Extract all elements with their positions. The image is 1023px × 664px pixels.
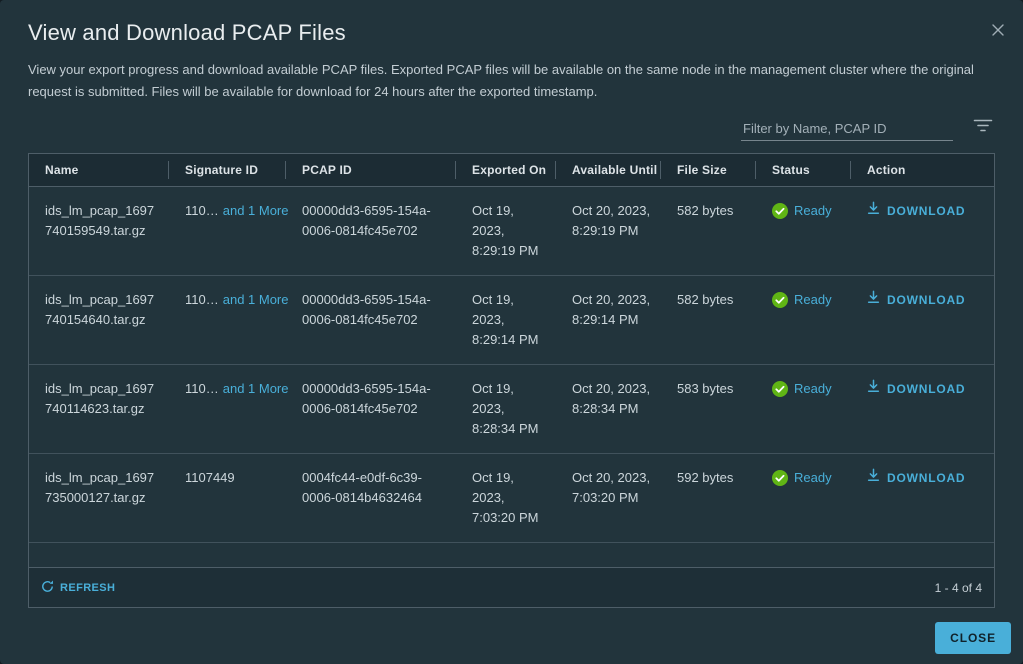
ready-status-icon xyxy=(772,469,788,486)
cell-action: DOWNLOAD xyxy=(851,364,994,454)
status-label: Ready xyxy=(794,469,832,485)
cell-signature-id: 1107449 xyxy=(169,453,286,543)
signature-id-value: 110… xyxy=(185,291,219,307)
table-body: ids_lm_pcap_1697740159549.tar.gz 110… and… xyxy=(29,186,994,543)
download-button[interactable]: DOWNLOAD xyxy=(867,290,965,310)
cell-action: DOWNLOAD xyxy=(851,453,994,543)
cell-file-size: 582 bytes xyxy=(661,275,756,365)
cell-exported-on: Oct 19, 2023, 7:03:20 PM xyxy=(456,453,556,543)
filter-input[interactable] xyxy=(741,117,953,141)
page-title: View and Download PCAP Files xyxy=(28,20,346,45)
signature-more-link[interactable]: and 1 More xyxy=(223,292,289,307)
download-button[interactable]: DOWNLOAD xyxy=(867,468,965,488)
cell-signature-id: 110… and 1 More xyxy=(169,186,289,276)
download-label: DOWNLOAD xyxy=(887,470,966,485)
column-header-name: Name xyxy=(29,154,169,187)
column-header-exported-on: Exported On xyxy=(456,154,556,187)
filter-icon[interactable] xyxy=(971,117,995,141)
download-icon xyxy=(867,379,880,399)
cell-pcap-id: 00000dd3-6595-154a-0006-0814fc45e702 xyxy=(286,186,456,276)
cell-pcap-id: 00000dd3-6595-154a-0006-0814fc45e702 xyxy=(286,364,456,454)
cell-exported-on: Oct 19, 2023, 8:28:34 PM xyxy=(456,364,556,454)
refresh-button[interactable]: REFRESH xyxy=(41,580,115,596)
column-header-action: Action xyxy=(851,154,994,187)
signature-id-value: 1107449 xyxy=(185,469,235,485)
cell-name: ids_lm_pcap_1697735000127.tar.gz xyxy=(29,453,169,543)
pcap-files-modal: View and Download PCAP Files View your e… xyxy=(0,0,1023,664)
cell-name: ids_lm_pcap_1697740159549.tar.gz xyxy=(29,186,169,276)
status-label: Ready xyxy=(794,380,832,396)
download-button[interactable]: DOWNLOAD xyxy=(867,201,965,221)
ready-status-icon xyxy=(772,291,788,308)
cell-name: ids_lm_pcap_1697740154640.tar.gz xyxy=(29,275,169,365)
download-label: DOWNLOAD xyxy=(887,203,966,218)
column-header-available-until: Available Until xyxy=(556,154,661,187)
signature-more-link[interactable]: and 1 More xyxy=(223,381,289,396)
cell-signature-id: 110… and 1 More xyxy=(169,275,289,365)
modal-description: View your export progress and download a… xyxy=(28,62,974,99)
download-icon xyxy=(867,201,880,221)
refresh-label: REFRESH xyxy=(60,581,116,594)
cell-name: ids_lm_pcap_1697740114623.tar.gz xyxy=(29,364,169,454)
pcap-table: Name Signature ID PCAP ID Exported On Av… xyxy=(28,153,995,608)
column-header-pcap-id: PCAP ID xyxy=(286,154,456,187)
pagination: 1 - 4 of 4 xyxy=(934,580,982,595)
download-label: DOWNLOAD xyxy=(887,381,966,396)
column-header-status: Status xyxy=(756,154,851,187)
ready-status-icon xyxy=(772,380,788,397)
column-header-signature-id: Signature ID xyxy=(169,154,286,187)
cell-available-until: Oct 20, 2023, 8:29:19 PM xyxy=(556,186,661,276)
ready-status-icon xyxy=(772,202,788,219)
download-button[interactable]: DOWNLOAD xyxy=(867,379,965,399)
cell-status: Ready xyxy=(756,364,851,454)
table-row: ids_lm_pcap_1697740154640.tar.gz 110… and… xyxy=(29,275,994,365)
cell-available-until: Oct 20, 2023, 8:29:14 PM xyxy=(556,275,661,365)
signature-id-value: 110… xyxy=(185,380,219,396)
table-row: ids_lm_pcap_1697740159549.tar.gz 110… and… xyxy=(29,186,994,276)
status-label: Ready xyxy=(794,291,832,307)
cell-available-until: Oct 20, 2023, 7:03:20 PM xyxy=(556,453,661,543)
cell-exported-on: Oct 19, 2023, 8:29:14 PM xyxy=(456,275,556,365)
cell-available-until: Oct 20, 2023, 8:28:34 PM xyxy=(556,364,661,454)
cell-file-size: 582 bytes xyxy=(661,186,756,276)
table-empty-space xyxy=(29,543,994,568)
cell-signature-id: 110… and 1 More xyxy=(169,364,289,454)
download-icon xyxy=(867,290,880,310)
cell-action: DOWNLOAD xyxy=(851,186,994,276)
cell-status: Ready xyxy=(756,186,851,276)
cell-action: DOWNLOAD xyxy=(851,275,994,365)
cell-file-size: 583 bytes xyxy=(661,364,756,454)
signature-more-link[interactable]: and 1 More xyxy=(223,203,289,218)
cell-status: Ready xyxy=(756,275,851,365)
status-label: Ready xyxy=(794,202,832,218)
column-header-file-size: File Size xyxy=(661,154,756,187)
table-row: ids_lm_pcap_1697740114623.tar.gz 110… and… xyxy=(29,364,994,454)
close-button[interactable]: CLOSE xyxy=(935,622,1011,654)
table-row: ids_lm_pcap_1697735000127.tar.gz 1107449… xyxy=(29,453,994,543)
filter-row xyxy=(28,113,995,141)
cell-exported-on: Oct 19, 2023, 8:29:19 PM xyxy=(456,186,556,276)
close-icon[interactable] xyxy=(987,20,1009,42)
download-icon xyxy=(867,468,880,488)
download-label: DOWNLOAD xyxy=(887,292,966,307)
refresh-icon xyxy=(41,580,54,596)
table-header-row: Name Signature ID PCAP ID Exported On Av… xyxy=(29,154,994,187)
modal-footer: CLOSE xyxy=(0,608,1023,654)
cell-pcap-id: 0004fc44-e0df-6c39-0006-0814b4632464 xyxy=(286,453,456,543)
cell-status: Ready xyxy=(756,453,851,543)
table-footer: REFRESH 1 - 4 of 4 xyxy=(29,567,994,607)
signature-id-value: 110… xyxy=(185,202,219,218)
cell-file-size: 592 bytes xyxy=(661,453,756,543)
cell-pcap-id: 00000dd3-6595-154a-0006-0814fc45e702 xyxy=(286,275,456,365)
